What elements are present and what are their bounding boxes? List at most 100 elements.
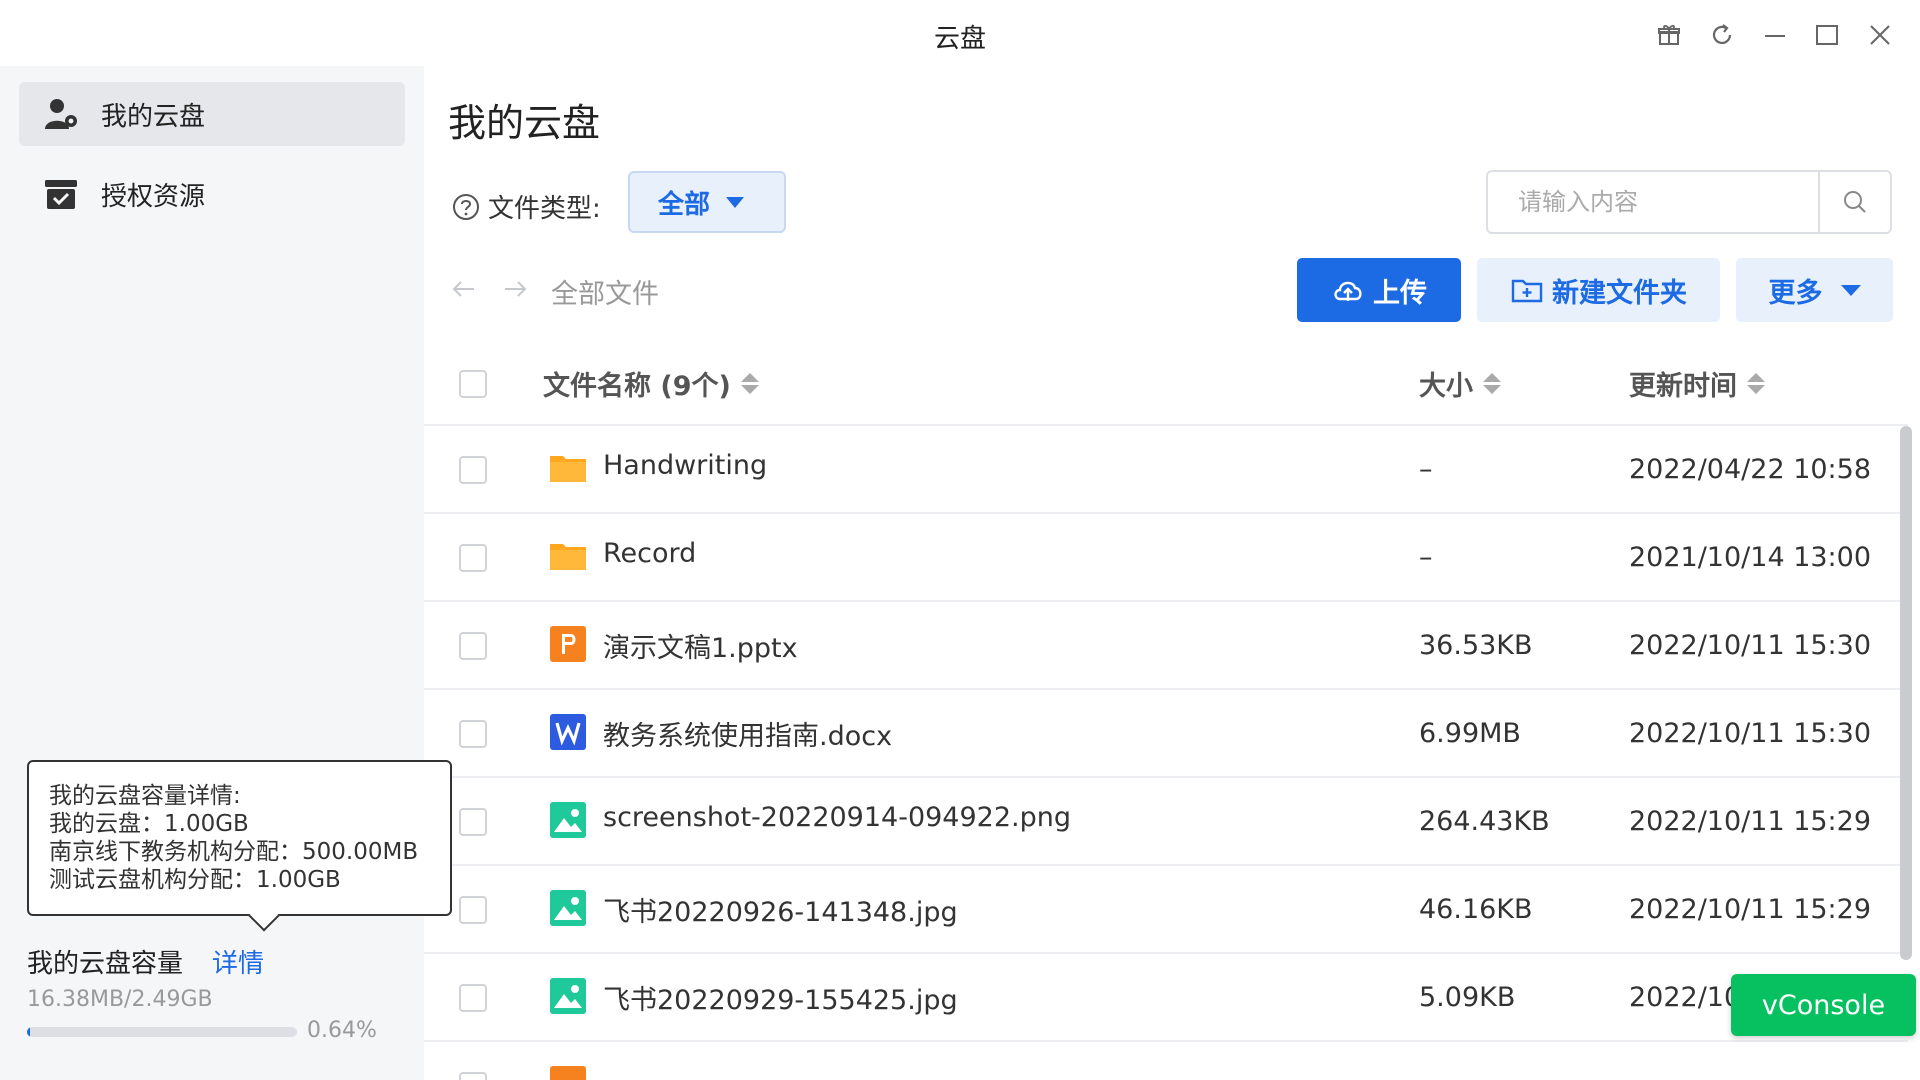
new-folder-icon (1511, 279, 1543, 303)
file-name[interactable]: 飞书20220929-155425.jpg (603, 978, 958, 1017)
search-input[interactable] (1488, 172, 1818, 232)
file-list: Handwriting – 2022/04/22 10:58 Record – … (424, 426, 1908, 1080)
row-checkbox[interactable] (459, 720, 487, 748)
authorized-box-icon (41, 174, 81, 214)
row-checkbox[interactable] (459, 1072, 487, 1080)
file-icon (550, 1066, 586, 1080)
breadcrumb[interactable]: 全部文件 (551, 272, 659, 311)
column-header-name[interactable]: 文件名称 (9个) (543, 364, 759, 403)
sidebar-item-my-cloud[interactable]: 我的云盘 (19, 82, 405, 146)
file-name[interactable]: Handwriting (603, 450, 767, 481)
help-icon[interactable] (452, 193, 480, 221)
column-header-label: 文件名称 (9个) (543, 371, 731, 402)
file-size: – (1419, 454, 1433, 485)
title-bar: 云盘 (0, 0, 1920, 66)
upload-label: 上传 (1373, 277, 1427, 309)
table-row[interactable]: 演示文稿1.pptx 36.53KB 2022/10/11 15:30 (424, 602, 1908, 690)
table-row[interactable]: 飞书20220929-155425.jpg 5.09KB 2022/10 (424, 954, 1908, 1042)
user-icon (41, 94, 81, 134)
search-box (1486, 170, 1892, 234)
file-size: 6.99MB (1419, 718, 1521, 749)
tooltip-title: 我的云盘容量详情: (49, 783, 241, 809)
row-checkbox[interactable] (459, 456, 487, 484)
forward-arrow-icon[interactable] (500, 274, 530, 304)
file-name[interactable]: screenshot-20220914-094922.png (603, 802, 1071, 833)
file-name[interactable]: Record (603, 538, 696, 569)
file-time: 2022/04/22 10:58 (1629, 454, 1872, 485)
row-checkbox[interactable] (459, 896, 487, 924)
capacity-tooltip: 我的云盘容量详情: 我的云盘：1.00GB 南京线下教务机构分配：500.00M… (27, 760, 452, 932)
file-type-selected: 全部 (658, 189, 711, 220)
window-title: 云盘 (933, 24, 986, 54)
refresh-icon[interactable] (1707, 20, 1737, 50)
row-checkbox[interactable] (459, 544, 487, 572)
page-title: 我的云盘 (448, 101, 601, 145)
file-name[interactable]: 演示文稿1.pptx (603, 626, 798, 665)
sort-icon (1483, 373, 1501, 394)
capacity-title: 我的云盘容量 (27, 949, 184, 979)
file-time: 2022/10/11 15:30 (1629, 718, 1872, 749)
row-checkbox[interactable] (459, 984, 487, 1012)
scrollbar[interactable] (1900, 426, 1912, 960)
gift-icon[interactable] (1654, 20, 1684, 50)
file-type-filter-label: 文件类型: (452, 188, 601, 225)
file-size: 5.09KB (1419, 982, 1516, 1013)
file-type-select[interactable]: 全部 (628, 171, 786, 233)
new-folder-button[interactable]: 新建文件夹 (1477, 258, 1720, 322)
back-arrow-icon[interactable] (449, 274, 479, 304)
sort-icon (1747, 373, 1765, 394)
table-row[interactable]: screenshot-20220914-094922.png 264.43KB … (424, 778, 1908, 866)
table-row[interactable]: 飞书20220926-141348.jpg 46.16KB 2022/10/11… (424, 866, 1908, 954)
capacity-percent: 0.64% (307, 1018, 377, 1043)
more-label: 更多 (1768, 277, 1823, 309)
cloud-upload-icon (1334, 281, 1362, 301)
docx-file-icon (550, 714, 586, 750)
table-row[interactable]: Handwriting – 2022/04/22 10:58 (424, 426, 1908, 514)
table-row[interactable]: Record – 2021/10/14 13:00 (424, 514, 1908, 602)
select-all-checkbox[interactable] (459, 370, 487, 398)
file-time: 2022/10/11 15:30 (1629, 630, 1872, 661)
file-name[interactable]: 教务系统使用指南.docx (603, 714, 892, 753)
search-button[interactable] (1818, 172, 1890, 232)
capacity-progress-bar (27, 1027, 297, 1037)
minimize-icon[interactable] (1760, 20, 1790, 50)
image-file-icon (550, 890, 586, 926)
row-checkbox[interactable] (459, 808, 487, 836)
column-header-label: 大小 (1419, 371, 1473, 402)
file-time: 2021/10/14 13:00 (1629, 542, 1872, 573)
table-header: 文件名称 (9个) 大小 更新时间 (424, 344, 1908, 426)
tooltip-line: 我的云盘：1.00GB (49, 811, 249, 837)
file-name[interactable]: 飞书20220926-141348.jpg (603, 890, 958, 929)
search-icon (1844, 191, 1866, 213)
file-size: 264.43KB (1419, 806, 1550, 837)
column-header-time[interactable]: 更新时间 (1629, 364, 1765, 403)
new-folder-label: 新建文件夹 (1552, 277, 1687, 309)
close-icon[interactable] (1865, 20, 1895, 50)
table-row[interactable] (424, 1042, 1908, 1080)
column-header-size[interactable]: 大小 (1419, 364, 1501, 403)
folder-icon (550, 544, 586, 570)
maximize-icon[interactable] (1812, 20, 1842, 50)
tooltip-line: 南京线下教务机构分配：500.00MB (49, 839, 419, 865)
sort-icon (740, 373, 759, 394)
file-time: 2022/10/11 15:29 (1629, 894, 1872, 925)
table-row[interactable]: 教务系统使用指南.docx 6.99MB 2022/10/11 15:30 (424, 690, 1908, 778)
capacity-used: 16.38MB/2.49GB (27, 987, 213, 1012)
file-type-label: 文件类型: (488, 194, 601, 224)
file-size: 36.53KB (1419, 630, 1533, 661)
sidebar: 我的云盘 授权资源 (0, 66, 424, 1080)
file-size: 46.16KB (1419, 894, 1533, 925)
pptx-file-icon (550, 626, 586, 662)
upload-button[interactable]: 上传 (1297, 258, 1461, 322)
sidebar-item-authorized[interactable]: 授权资源 (19, 162, 405, 226)
column-header-label: 更新时间 (1629, 371, 1737, 402)
capacity-detail-link[interactable]: 详情 (212, 943, 264, 980)
more-button[interactable]: 更多 (1736, 258, 1893, 322)
row-checkbox[interactable] (459, 632, 487, 660)
sidebar-item-label: 我的云盘 (101, 101, 206, 132)
image-file-icon (550, 802, 586, 838)
caret-down-icon (726, 196, 745, 208)
file-size: – (1419, 542, 1433, 573)
sidebar-item-label: 授权资源 (101, 181, 206, 212)
vconsole-button[interactable]: vConsole (1731, 974, 1916, 1036)
